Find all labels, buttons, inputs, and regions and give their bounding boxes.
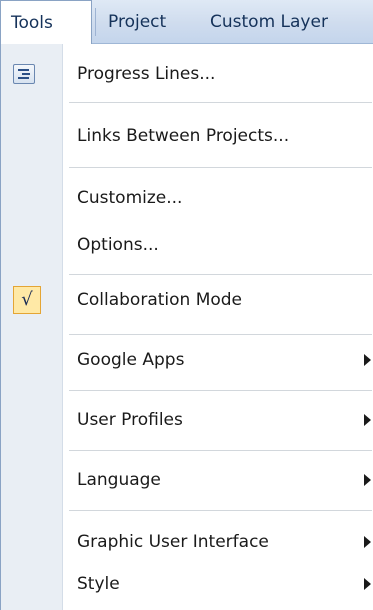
menu-item-label: Links Between Projects... [77, 126, 290, 146]
menubar-separator [95, 8, 96, 36]
menu-separator [69, 510, 372, 511]
menu-item-label: Style [77, 574, 120, 594]
menu-bar: Tools Project Custom Layer [0, 0, 373, 45]
menu-separator [69, 102, 372, 103]
menu-separator [69, 167, 372, 168]
menu-item-label: Graphic User Interface [77, 532, 269, 552]
menu-item-links-between-projects[interactable]: Links Between Projects... [1, 108, 373, 164]
checkmark-icon: √ [13, 286, 41, 314]
menu-custom-layer[interactable]: Custom Layer [210, 0, 328, 44]
tools-dropdown-menu: Progress Lines... Links Between Projects… [0, 44, 373, 610]
submenu-arrow-icon [364, 354, 371, 366]
submenu-arrow-icon [364, 578, 371, 590]
menu-item-options[interactable]: Options... [1, 222, 373, 268]
menu-item-label: Collaboration Mode [77, 290, 243, 310]
menu-item-label: Google Apps [77, 350, 185, 370]
submenu-arrow-icon [364, 474, 371, 486]
menu-item-user-profiles[interactable]: User Profiles [1, 400, 373, 440]
menu-tools-label: Tools [11, 13, 53, 33]
menu-item-collaboration-mode[interactable]: √ Collaboration Mode [1, 280, 373, 320]
submenu-arrow-icon [364, 536, 371, 548]
menu-item-graphic-user-interface[interactable]: Graphic User Interface [1, 522, 373, 562]
menu-separator [69, 450, 372, 451]
menu-tools[interactable]: Tools [0, 0, 92, 45]
menu-item-progress-lines[interactable]: Progress Lines... [1, 52, 373, 96]
menu-project[interactable]: Project [108, 0, 166, 44]
menu-item-style[interactable]: Style [1, 564, 373, 604]
menu-item-label: Progress Lines... [77, 64, 216, 84]
menu-item-customize[interactable]: Customize... [1, 174, 373, 222]
menu-item-label: User Profiles [77, 410, 183, 430]
menu-item-label: Language [77, 470, 161, 490]
menu-item-google-apps[interactable]: Google Apps [1, 340, 373, 380]
menu-item-language[interactable]: Language [1, 460, 373, 500]
submenu-arrow-icon [364, 414, 371, 426]
menu-separator [69, 274, 372, 275]
progress-lines-icon [13, 64, 35, 84]
menu-item-label: Options... [77, 235, 159, 255]
menu-project-label: Project [108, 12, 167, 32]
menu-separator [69, 390, 372, 391]
menu-custom-layer-label: Custom Layer [210, 12, 328, 32]
menu-separator [69, 334, 372, 335]
menu-item-label: Customize... [77, 188, 183, 208]
